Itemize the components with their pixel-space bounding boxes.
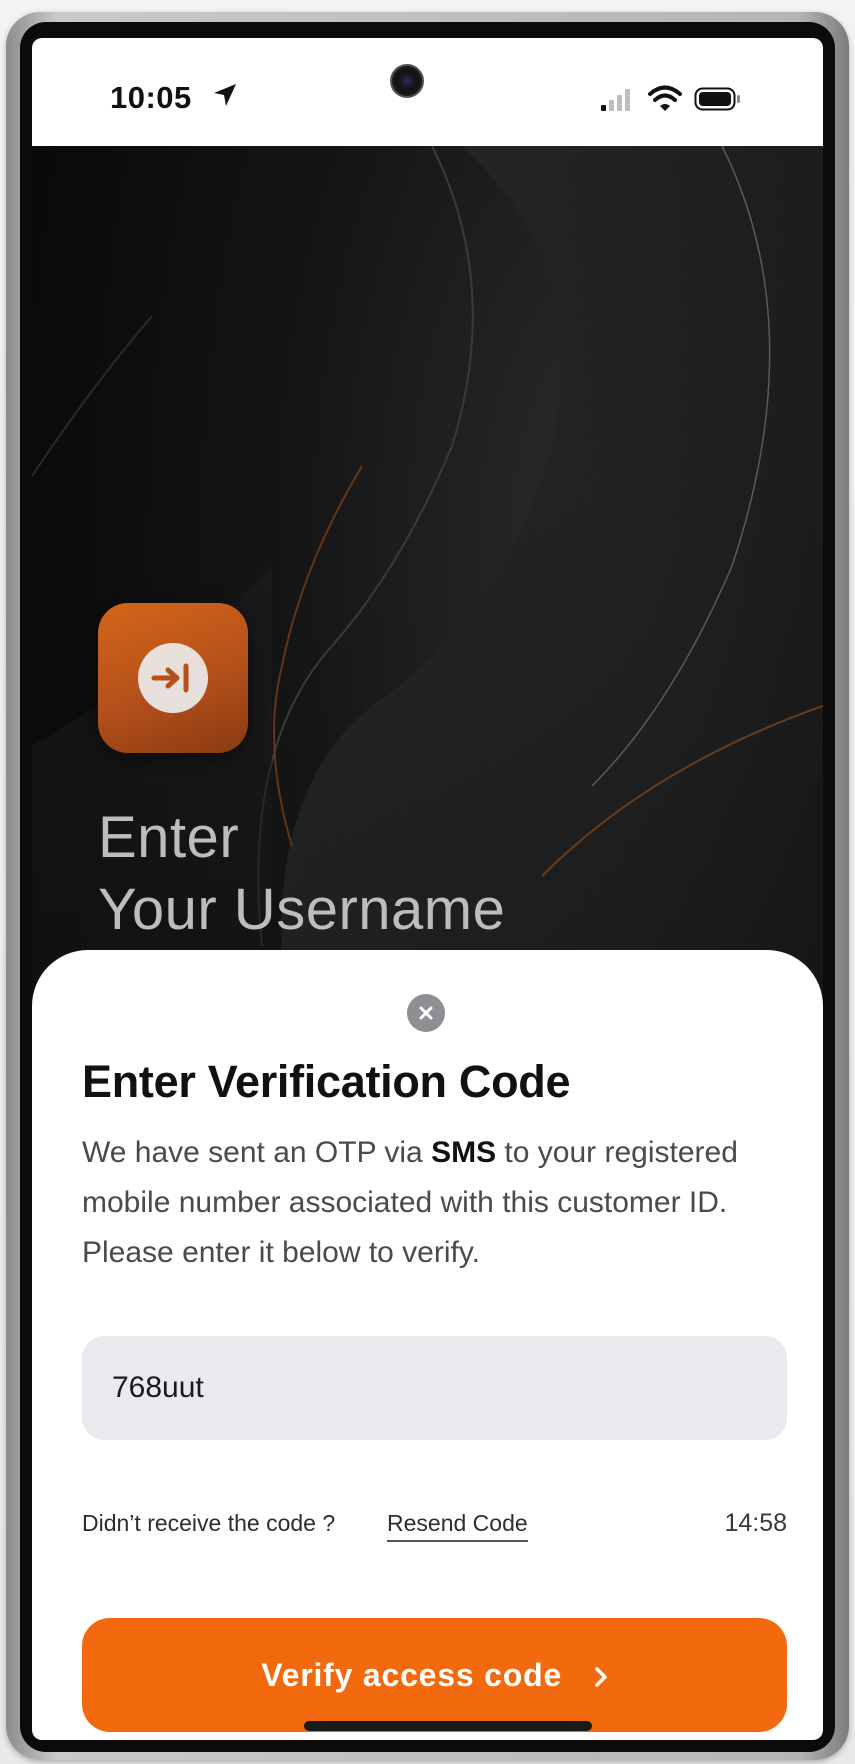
desc-text-before: We have sent an OTP via xyxy=(82,1136,432,1169)
chevron-right-icon xyxy=(595,1667,607,1687)
phone-bezel: 10:05 Enter Your Username Enter Verifica… xyxy=(20,22,835,1752)
resend-row: Didn’t receive the code ? Resend Code 14… xyxy=(82,1509,787,1546)
otp-input[interactable] xyxy=(82,1336,787,1440)
status-bar: 10:05 xyxy=(32,38,823,146)
close-button[interactable] xyxy=(407,994,445,1032)
verify-button-label: Verify access code xyxy=(261,1656,563,1693)
verify-access-code-button[interactable]: Verify access code xyxy=(82,1618,787,1732)
status-time: 10:05 xyxy=(110,80,192,115)
verification-bottom-sheet: Enter Verification Code We have sent an … xyxy=(32,950,823,1740)
hero-title: Enter Your Username xyxy=(98,802,505,946)
countdown-timer: 14:58 xyxy=(724,1509,787,1537)
app-login-icon xyxy=(98,603,248,753)
cellular-signal-icon xyxy=(601,89,630,111)
resend-question: Didn’t receive the code ? xyxy=(82,1510,336,1536)
phone-screen: 10:05 Enter Your Username Enter Verifica… xyxy=(32,38,823,1740)
page: 10:05 Enter Your Username Enter Verifica… xyxy=(0,0,855,1764)
login-arrow-icon xyxy=(151,663,189,693)
resend-code-link[interactable]: Resend Code xyxy=(387,1510,528,1542)
battery-icon xyxy=(694,87,740,111)
close-icon xyxy=(419,1006,433,1020)
phone-frame: 10:05 Enter Your Username Enter Verifica… xyxy=(6,12,849,1760)
location-arrow-icon xyxy=(214,84,236,106)
sheet-title: Enter Verification Code xyxy=(82,1056,571,1107)
desc-sms-bold: SMS xyxy=(431,1136,497,1169)
front-camera xyxy=(390,64,424,98)
sheet-description: We have sent an OTP via SMS to your regi… xyxy=(82,1128,782,1278)
home-indicator[interactable] xyxy=(304,1721,592,1731)
hero-title-line2: Your Username xyxy=(98,877,506,942)
hero-title-line1: Enter xyxy=(98,805,240,870)
wifi-icon xyxy=(648,85,682,111)
